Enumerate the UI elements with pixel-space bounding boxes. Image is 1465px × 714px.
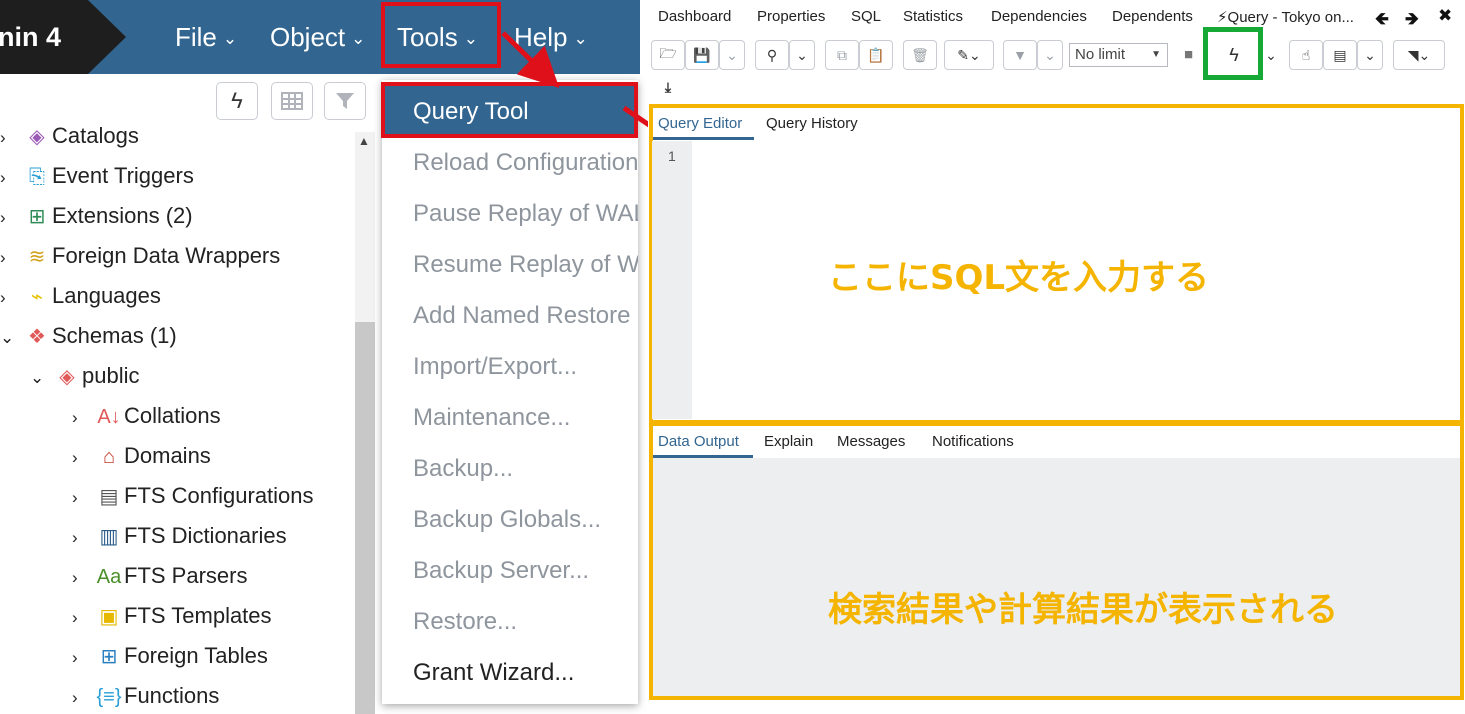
stop-icon[interactable]: ■ [1184,46,1193,63]
chevron-down-icon: ⌄ [1364,46,1376,63]
trash-icon: 🗑 [911,46,929,63]
find-button[interactable]: ⚲ [755,40,789,70]
tab-data-output[interactable]: Data Output [658,433,739,450]
chevron-down-icon: ⌄ [796,46,808,63]
folder-icon: 🗁 [659,45,677,61]
execute-button-highlight [1203,27,1263,80]
copy-icon: ⧉ [837,46,847,63]
list-icon: ▤ [1333,46,1347,63]
filter-icon: ▼ [1013,47,1027,63]
tab-explain[interactable]: Explain [764,433,813,450]
active-tab-indicator [653,137,754,140]
copy-button[interactable]: ⧉ [825,40,859,70]
edit-icon: ✎⌄ [957,46,981,63]
arrow-to-query-tool [501,31,560,88]
line-number: 1 [668,148,676,164]
eraser-icon: ◥⌄ [1407,46,1431,63]
arrow-right-icon[interactable]: 🡺 [1405,6,1419,35]
tab-notifications[interactable]: Notifications [932,433,1014,450]
tab-query-editor[interactable]: Query Editor [658,115,742,132]
panel-tab[interactable]: ⚡Query - Tokyo on... [1217,8,1354,26]
delete-button[interactable]: 🗑 [903,40,937,70]
line-number-gutter [652,141,692,419]
filter-dropdown-button[interactable]: ⌄ [1037,40,1063,70]
editor-annotation: ここにSQL文を入力する [828,258,1210,298]
explain-button[interactable]: ☝ [1289,40,1323,70]
explain-analyze-button[interactable]: ▤ [1323,40,1357,70]
arrow-left-icon[interactable]: 🡸 [1375,6,1389,35]
panel-tab[interactable]: Statistics [903,8,963,25]
save-file-button[interactable]: 💾 [685,40,719,70]
panel-tab[interactable]: Dependents [1112,8,1193,25]
chevron-down-icon: ⌄ [1044,46,1056,63]
tab-messages[interactable]: Messages [837,433,905,450]
find-dropdown-button[interactable]: ⌄ [789,40,815,70]
dropdown-arrow-icon: ▼ [1151,49,1161,60]
query-tool-panel: Dashboard Properties SQL Statistics Dependen… [648,0,1465,714]
save-dropdown-button[interactable]: ⌄ [719,40,745,70]
active-tab-indicator [653,455,753,458]
panel-tab[interactable]: Properties [757,8,825,25]
chevron-down-icon: ⌄ [1265,46,1277,63]
paste-button[interactable]: 📋 [859,40,893,70]
edit-button[interactable]: ✎⌄ [944,40,994,70]
results-annotation: 検索結果や計算結果が表示される [828,590,1338,630]
panel-tab[interactable]: Dashboard [658,8,731,25]
download-icon: ⤓ [664,78,672,95]
filter-button[interactable]: ▼ [1003,40,1037,70]
chevron-down-icon: ⌄ [726,46,738,63]
results-frame [649,422,1464,700]
row-limit-select[interactable]: No limit ▼ [1069,43,1168,67]
close-icon[interactable]: ✖ [1438,6,1452,26]
tab-query-history[interactable]: Query History [766,115,858,132]
hand-pointer-icon: ☝ [1301,46,1311,63]
explain-dropdown-button[interactable]: ⌄ [1357,40,1383,70]
panel-tab[interactable]: Dependencies [991,8,1087,25]
clear-button[interactable]: ◥⌄ [1393,40,1445,70]
save-icon: 💾 [693,46,711,63]
download-button[interactable]: ⤓ [651,72,685,102]
open-file-button[interactable]: 🗁 [651,40,685,70]
paste-icon: 📋 [867,46,885,63]
search-icon: ⚲ [766,46,778,63]
panel-tab[interactable]: SQL [851,8,881,25]
